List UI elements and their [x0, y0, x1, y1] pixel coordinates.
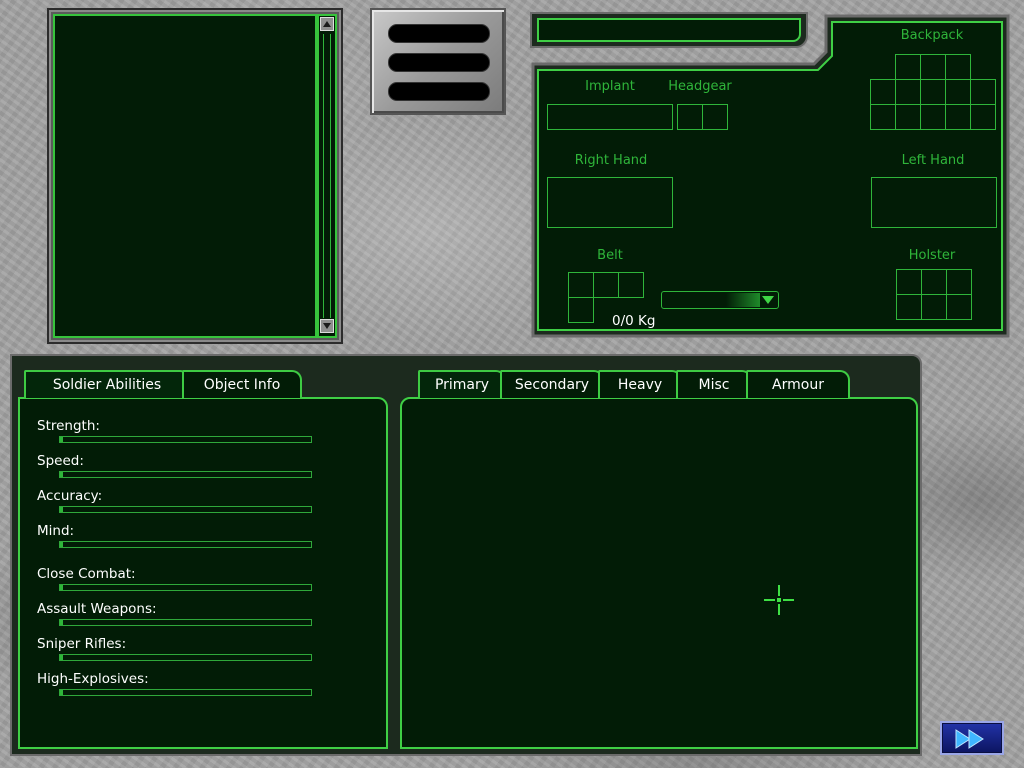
tab-misc[interactable]: Misc: [676, 370, 752, 398]
stat-label-strength: Strength:: [37, 418, 100, 434]
tab-heavy-label: Heavy: [617, 377, 663, 393]
equipment-title: [537, 18, 801, 42]
left-hand-label: Left Hand: [901, 153, 965, 168]
scroll-track[interactable]: [323, 34, 331, 318]
stat-bar-sniper-rifles: [59, 654, 312, 661]
stat-label-high-explosives: High-Explosives:: [37, 671, 149, 687]
ammo-dropdown[interactable]: [661, 291, 779, 309]
double-chevron-right-icon: [955, 729, 984, 749]
scroll-up-button[interactable]: [320, 17, 334, 31]
stat-fill: [60, 655, 63, 660]
stat-label-accuracy: Accuracy:: [37, 488, 103, 504]
dropdown-highlight: [726, 293, 760, 307]
scroll-down-button[interactable]: [320, 319, 334, 333]
implant-slot[interactable]: [547, 104, 673, 130]
headgear-slot[interactable]: [677, 104, 728, 130]
stat-label-assault-weapons: Assault Weapons:: [37, 601, 157, 617]
stat-fill: [60, 507, 63, 512]
stat-fill: [60, 542, 63, 547]
weight-readout: 0/0 Kg: [612, 313, 656, 329]
crosshair-icon: [764, 585, 794, 615]
stat-fill: [60, 437, 63, 442]
left-hand-slot[interactable]: [871, 177, 997, 228]
stat-bar-high-explosives: [59, 689, 312, 696]
stat-bar-strength: [59, 436, 312, 443]
tab-secondary-label: Secondary: [514, 377, 590, 393]
stat-fill: [60, 585, 63, 590]
belt-label: Belt: [597, 248, 623, 263]
implant-label: Implant: [585, 79, 635, 94]
stat-label-speed: Speed:: [37, 453, 84, 469]
headgear-slot-divider: [702, 105, 703, 129]
stats-list: Strength: Speed: Accuracy: Mind: Close C…: [37, 418, 327, 718]
tab-primary[interactable]: Primary: [418, 370, 506, 398]
headgear-label: Headgear: [668, 79, 732, 94]
weapons-panel[interactable]: [400, 397, 918, 749]
equipment-title-bar: [530, 12, 808, 48]
triangle-down-icon: [762, 296, 774, 304]
stat-fill: [60, 690, 63, 695]
tab-object-info-label: Object Info: [203, 377, 281, 393]
soldier-list-scrollbar[interactable]: [317, 14, 337, 338]
backpack-label: Backpack: [900, 28, 964, 43]
stat-fill: [60, 620, 63, 625]
tab-armour[interactable]: Armour: [746, 370, 850, 398]
tab-heavy[interactable]: Heavy: [598, 370, 682, 398]
equipment-panel: Implant Headgear Backpack Right Hand Lef…: [530, 12, 1012, 340]
tab-armour-label: Armour: [772, 377, 824, 393]
right-hand-label: Right Hand: [574, 153, 648, 168]
stat-label-mind: Mind:: [37, 523, 75, 539]
tab-primary-label: Primary: [434, 377, 490, 393]
triangle-up-icon: [323, 21, 331, 27]
stat-bar-close-combat: [59, 584, 312, 591]
menu-button-1[interactable]: [388, 24, 490, 43]
next-button[interactable]: [940, 721, 1004, 755]
stat-bar-mind: [59, 541, 312, 548]
menu-button-3[interactable]: [388, 82, 490, 101]
tab-soldier-abilities-label: Soldier Abilities: [52, 377, 162, 393]
stat-label-close-combat: Close Combat:: [37, 566, 136, 582]
stat-bar-assault-weapons: [59, 619, 312, 626]
backpack-grid[interactable]: [870, 54, 998, 132]
holster-grid[interactable]: [896, 269, 976, 323]
menu-block: [370, 8, 506, 115]
tab-misc-label: Misc: [698, 377, 730, 393]
right-hand-slot[interactable]: [547, 177, 673, 228]
stat-bar-accuracy: [59, 506, 312, 513]
triangle-down-icon: [323, 323, 331, 329]
tab-secondary[interactable]: Secondary: [500, 370, 604, 398]
tab-soldier-abilities[interactable]: Soldier Abilities: [24, 370, 190, 398]
soldier-list[interactable]: [53, 14, 317, 338]
soldier-list-panel: [47, 8, 343, 344]
stat-bar-speed: [59, 471, 312, 478]
menu-button-2[interactable]: [388, 53, 490, 72]
stat-label-sniper-rifles: Sniper Rifles:: [37, 636, 127, 652]
tab-object-info[interactable]: Object Info: [182, 370, 302, 398]
holster-label: Holster: [908, 248, 956, 263]
stat-fill: [60, 472, 63, 477]
